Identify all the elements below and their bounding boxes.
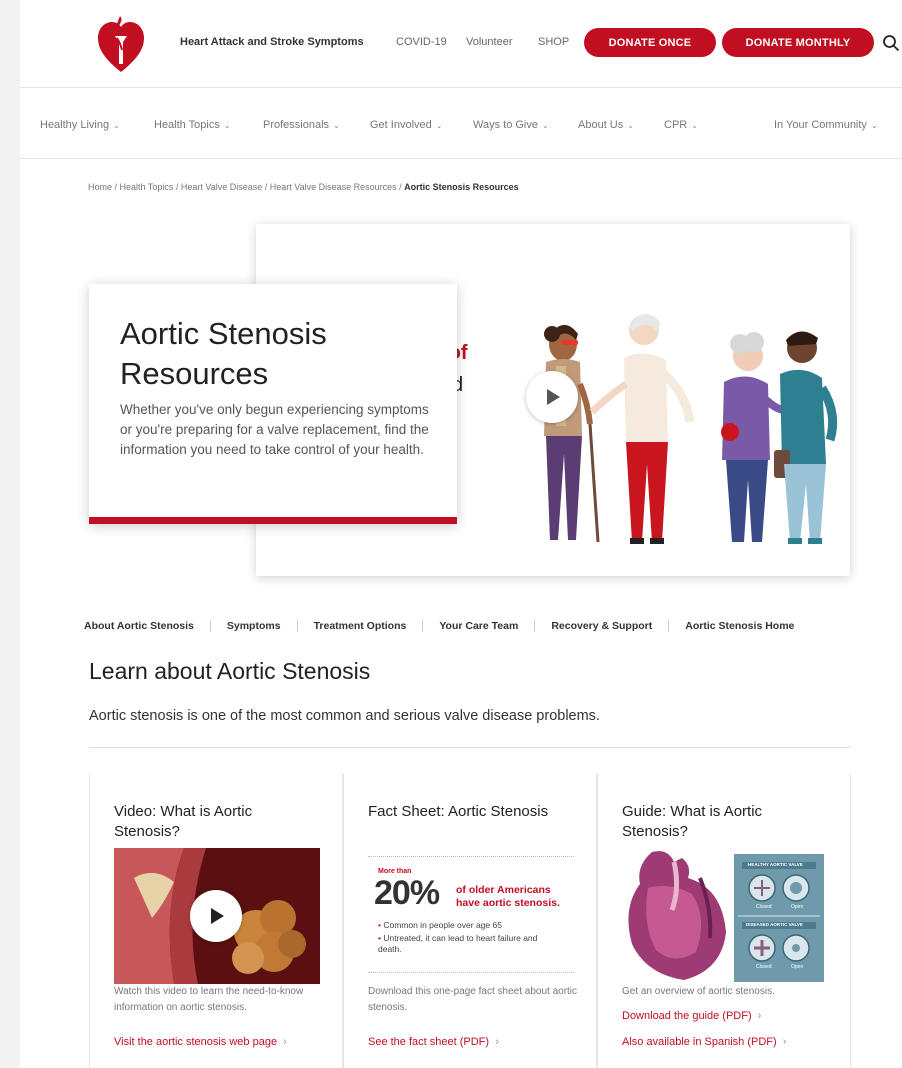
- fact-headline: of older Americans have aortic stenosis.: [456, 884, 560, 909]
- page: Heart Attack and Stroke Symptoms COVID-1…: [20, 0, 902, 1068]
- nav-item-label: Professionals: [263, 119, 330, 131]
- section-subnav: About Aortic Stenosis Symptoms Treatment…: [78, 616, 810, 636]
- chevron-down-icon: ⌄: [542, 121, 549, 130]
- nav-item-cpr[interactable]: CPR ⌄: [664, 119, 698, 131]
- nav-item-label: Healthy Living: [40, 119, 110, 131]
- nav-item-about-us[interactable]: About Us ⌄: [578, 119, 634, 131]
- resource-card-fact-sheet: Fact Sheet: Aortic Stenosis More than 20…: [343, 774, 597, 1068]
- breadcrumb-path[interactable]: Home / Health Topics / Heart Valve Disea…: [88, 182, 404, 192]
- breadcrumb: Home / Health Topics / Heart Valve Disea…: [88, 182, 519, 192]
- chevron-right-icon: ›: [495, 1036, 499, 1048]
- see-fact-sheet-link[interactable]: See the fact sheet (PDF) ›: [368, 1036, 499, 1048]
- link-label: Download the guide (PDF): [622, 1010, 752, 1022]
- divider: [89, 747, 851, 748]
- nav-item-get-involved[interactable]: Get Involved ⌄: [370, 119, 442, 131]
- nav-item-label: Health Topics: [154, 119, 220, 131]
- covid19-link[interactable]: COVID-19: [396, 36, 447, 48]
- card-description: Get an overview of aortic stenosis.: [622, 986, 775, 997]
- page-title: Aortic Stenosis Resources: [120, 316, 327, 391]
- section-intro: Aortic stenosis is one of the most commo…: [89, 708, 600, 724]
- top-header: Heart Attack and Stroke Symptoms COVID-1…: [20, 0, 902, 88]
- people-illustration: [544, 313, 838, 544]
- spanish-guide-link[interactable]: Also available in Spanish (PDF) ›: [622, 1036, 786, 1048]
- chevron-right-icon: ›: [283, 1036, 287, 1048]
- shop-link[interactable]: SHOP: [538, 36, 569, 48]
- resource-card-video: Video: What is Aortic Stenosis? Watch th…: [89, 774, 343, 1068]
- hero-play-button[interactable]: [526, 371, 578, 423]
- nav-item-label: About Us: [578, 119, 624, 131]
- nav-item-label: Ways to Give: [473, 119, 538, 131]
- nav-item-ways-to-give[interactable]: Ways to Give ⌄: [473, 119, 549, 131]
- card-title: Guide: What is Aortic Stenosis?: [622, 803, 763, 840]
- hero-card: Aortic Stenosis Resources Whether you've…: [89, 284, 457, 524]
- fact-percent: 20%: [374, 874, 440, 912]
- guide-thumbnail[interactable]: HEALTHY AORTIC VALVE DISEASED AORTIC VAL…: [622, 848, 828, 984]
- divider: [368, 856, 574, 857]
- valve-panel-label: HEALTHY AORTIC VALVE: [748, 862, 803, 867]
- subnav-your-care-team[interactable]: Your Care Team: [422, 620, 534, 632]
- resource-card-guide: Guide: What is Aortic Stenosis? HEALTHY …: [597, 774, 851, 1068]
- download-guide-link[interactable]: Download the guide (PDF) ›: [622, 1010, 761, 1022]
- section-title: Learn about Aortic Stenosis: [89, 658, 371, 684]
- nav-item-label: In Your Community: [774, 119, 867, 131]
- hero-description: Whether you've only begun experiencing s…: [120, 402, 429, 457]
- visit-web-page-link[interactable]: Visit the aortic stenosis web page ›: [114, 1036, 287, 1048]
- play-icon: [547, 389, 560, 405]
- valve-panel-label: DISEASED AORTIC VALVE: [746, 922, 803, 927]
- card-title: Video: What is Aortic Stenosis?: [114, 803, 253, 840]
- card-description: Download this one-page fact sheet about …: [368, 986, 578, 1013]
- breadcrumb-current: Aortic Stenosis Resources: [404, 182, 519, 192]
- nav-item-health-topics[interactable]: Health Topics ⌄: [154, 119, 231, 131]
- valve-state-label: Closed: [756, 964, 772, 970]
- link-label: Visit the aortic stenosis web page: [114, 1036, 278, 1048]
- subnav-recovery-support[interactable]: Recovery & Support: [534, 620, 668, 632]
- nav-item-label: CPR: [664, 119, 688, 131]
- subnav-about-aortic-stenosis[interactable]: About Aortic Stenosis: [78, 620, 210, 632]
- chevron-down-icon: ⌄: [691, 121, 698, 130]
- valve-state-label: Closed: [756, 904, 772, 910]
- chevron-down-icon: ⌄: [113, 121, 120, 130]
- valve-state-label: Open: [791, 904, 804, 910]
- nav-item-in-your-community[interactable]: In Your Community ⌄: [774, 119, 878, 131]
- card-description: Watch this video to learn the need-to-kn…: [114, 986, 304, 1013]
- nav-item-healthy-living[interactable]: Healthy Living ⌄: [40, 119, 120, 131]
- subnav-symptoms[interactable]: Symptoms: [209, 620, 297, 632]
- fact-bullet-text: Common in people over age 65: [383, 920, 502, 930]
- volunteer-link[interactable]: Volunteer: [466, 36, 512, 48]
- video-play-button[interactable]: [190, 890, 242, 942]
- card-title: Fact Sheet: Aortic Stenosis: [368, 803, 549, 820]
- link-label: See the fact sheet (PDF): [368, 1036, 490, 1048]
- divider: [368, 972, 574, 973]
- link-label: Also available in Spanish (PDF): [622, 1036, 777, 1048]
- chevron-down-icon: ⌄: [870, 121, 878, 130]
- search-icon[interactable]: [882, 34, 900, 52]
- main-nav: Healthy Living ⌄ Health Topics ⌄ Professio…: [20, 89, 902, 159]
- hero-card-accent-bar: [89, 517, 457, 524]
- subnav-treatment-options[interactable]: Treatment Options: [296, 620, 423, 632]
- chevron-down-icon: ⌄: [435, 121, 443, 130]
- heart-attack-stroke-symptoms-link[interactable]: Heart Attack and Stroke Symptoms: [180, 36, 364, 48]
- nav-item-label: Get Involved: [370, 119, 432, 131]
- aha-heart-torch-logo[interactable]: [96, 12, 146, 74]
- chevron-down-icon: ⌄: [333, 121, 340, 130]
- fact-bullet: • Common in people over age 65: [378, 920, 502, 930]
- chevron-right-icon: ›: [782, 1036, 787, 1048]
- fact-bullet-text: Untreated, it can lead to heart failure …: [378, 933, 538, 954]
- valve-state-label: Open: [791, 964, 804, 970]
- play-icon: [211, 908, 224, 924]
- chevron-down-icon: ⌄: [223, 121, 231, 130]
- chevron-right-icon: ›: [757, 1010, 762, 1022]
- fact-sheet-thumbnail[interactable]: More than 20% of older Americans have ao…: [368, 848, 574, 984]
- donate-monthly-button[interactable]: DONATE MONTHLY: [722, 28, 874, 57]
- nav-item-professionals[interactable]: Professionals ⌄: [263, 119, 340, 131]
- subnav-aortic-stenosis-home[interactable]: Aortic Stenosis Home: [668, 620, 810, 632]
- fact-bullet: • Untreated, it can lead to heart failur…: [378, 933, 538, 954]
- video-thumbnail[interactable]: [114, 848, 320, 984]
- chevron-down-icon: ⌄: [627, 121, 634, 130]
- donate-once-button[interactable]: DONATE ONCE: [584, 28, 716, 57]
